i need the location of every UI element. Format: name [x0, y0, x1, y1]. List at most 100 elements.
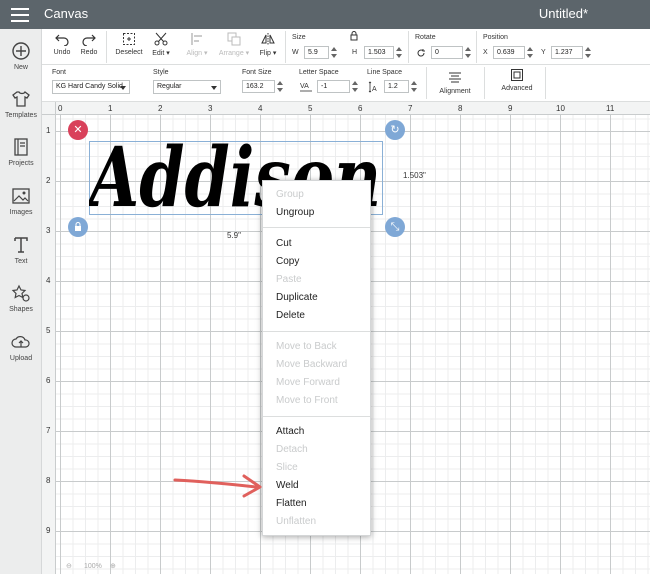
annotation-arrow-icon [173, 474, 262, 498]
menu-item-flatten[interactable]: Flatten [276, 498, 307, 509]
sidebar-label-new: New [13, 64, 28, 71]
ruler-tick-label: 5 [46, 326, 51, 335]
sidebar-item-new[interactable]: New [0, 41, 42, 87]
width-field[interactable]: 5.9 [304, 46, 329, 59]
redo-icon [82, 34, 96, 46]
menu-item-move-backward[interactable]: Move Backward [276, 359, 347, 370]
x-position-stepper[interactable] [526, 46, 534, 59]
ruler-tick-label: 4 [258, 104, 263, 113]
sidebar-item-templates[interactable]: Templates [0, 89, 42, 135]
y-position-stepper[interactable] [584, 46, 592, 59]
redo-button[interactable]: Redo [79, 32, 99, 56]
toolbar-divider [408, 31, 409, 63]
advanced-label: Advanced [501, 85, 533, 92]
lock-handle[interactable] [68, 217, 88, 237]
menu-item-ungroup[interactable]: Ungroup [276, 207, 314, 218]
hamburger-menu-icon[interactable] [11, 8, 29, 22]
font-size-field[interactable]: 163.2 [242, 80, 275, 93]
zoom-out-button[interactable]: ⊖ [66, 562, 72, 570]
menu-item-move-to-front[interactable]: Move to Front [276, 395, 338, 406]
scissors-icon [154, 32, 168, 46]
alignment-button[interactable]: Alignment [435, 71, 475, 95]
font-select[interactable]: KG Hard Candy Solid [52, 80, 130, 94]
sidebar-item-upload[interactable]: Upload [0, 332, 42, 378]
lock-icon [75, 222, 81, 231]
line-space-field[interactable]: 1.2 [384, 80, 409, 93]
sidebar-label-shapes: Shapes [9, 306, 33, 313]
ruler-tick-label: 4 [46, 276, 51, 285]
toolbar-divider [476, 31, 477, 63]
text-toolbar: Font KG Hard Candy Solid Style Regular F… [42, 65, 650, 102]
ruler-corner [42, 102, 56, 115]
shapes-icon [11, 284, 30, 302]
tshirt-icon [12, 91, 30, 107]
height-dimension-label: 1.503" [403, 171, 426, 180]
undo-icon [55, 34, 69, 46]
menu-item-unflatten[interactable]: Unflatten [276, 516, 316, 527]
undo-label: Undo [53, 49, 71, 56]
edit-button[interactable]: Edit ▾ [148, 32, 174, 57]
sidebar-item-text[interactable]: Text [0, 235, 42, 281]
line-space-stepper[interactable] [410, 80, 418, 93]
height-field[interactable]: 1.503 [364, 46, 394, 59]
menu-item-paste[interactable]: Paste [276, 274, 302, 285]
font-size-stepper[interactable] [276, 80, 284, 93]
menu-item-move-to-back[interactable]: Move to Back [276, 341, 337, 352]
letter-space-stepper[interactable] [351, 80, 359, 93]
y-label: Y [541, 49, 546, 56]
app-header: Canvas Untitled* [0, 0, 650, 29]
sidebar-item-shapes[interactable]: Shapes [0, 283, 42, 329]
resize-handle[interactable]: ⤡ [385, 217, 405, 237]
rotate-field[interactable]: 0 [431, 46, 463, 59]
flip-label: Flip [259, 50, 271, 57]
zoom-control: ⊖ 100% ⊕ [62, 562, 126, 574]
menu-divider [263, 416, 370, 417]
menu-divider [263, 331, 370, 332]
sidebar-item-images[interactable]: Images [0, 186, 42, 232]
zoom-in-button[interactable]: ⊕ [110, 562, 116, 570]
sidebar-item-projects[interactable]: Projects [0, 137, 42, 183]
menu-item-delete[interactable]: Delete [276, 310, 305, 321]
rotate-stepper[interactable] [464, 46, 472, 59]
menu-item-slice[interactable]: Slice [276, 462, 298, 473]
ruler-tick-label: 8 [46, 476, 51, 485]
advanced-icon [511, 69, 523, 81]
menu-item-weld[interactable]: Weld [276, 480, 299, 491]
font-size-label: Font Size [242, 69, 272, 76]
flip-button[interactable]: Flip ▾ [256, 32, 280, 57]
arrange-button[interactable]: Arrange ▾ [217, 32, 251, 57]
align-button[interactable]: Align ▾ [184, 32, 210, 57]
align-label: Align [186, 50, 203, 57]
lock-icon[interactable] [349, 31, 359, 41]
advanced-button[interactable]: Advanced [497, 68, 537, 92]
menu-item-duplicate[interactable]: Duplicate [276, 292, 318, 303]
book-icon [14, 138, 28, 156]
undo-button[interactable]: Undo [52, 32, 72, 56]
delete-handle[interactable]: ✕ [68, 120, 88, 140]
width-label: W [292, 49, 299, 56]
document-title[interactable]: Untitled* [539, 6, 588, 21]
x-position-field[interactable]: 0.639 [493, 46, 525, 59]
menu-item-cut[interactable]: Cut [276, 238, 292, 249]
sidebar-label-images: Images [9, 209, 33, 216]
y-position-field[interactable]: 1.237 [551, 46, 583, 59]
rotate-handle[interactable]: ↻ [385, 120, 405, 140]
width-stepper[interactable] [330, 46, 338, 59]
sidebar-label-templates: Templates [5, 112, 37, 119]
alignment-label: Alignment [439, 88, 471, 95]
width-dimension-label: 5.9" [227, 231, 241, 240]
menu-item-copy[interactable]: Copy [276, 256, 299, 267]
app-title: Canvas [44, 6, 89, 21]
size-label: Size [292, 34, 306, 41]
menu-item-detach[interactable]: Detach [276, 444, 308, 455]
letter-space-field[interactable]: -1 [317, 80, 350, 93]
zoom-level: 100% [84, 563, 102, 570]
menu-item-group[interactable]: Group [276, 189, 304, 200]
menu-item-move-forward[interactable]: Move Forward [276, 377, 340, 388]
style-select[interactable]: Regular [153, 80, 221, 94]
position-label: Position [483, 34, 508, 41]
menu-item-attach[interactable]: Attach [276, 426, 304, 437]
rotate-icon [417, 49, 425, 57]
height-stepper[interactable] [395, 46, 403, 59]
deselect-button[interactable]: Deselect [114, 32, 144, 56]
